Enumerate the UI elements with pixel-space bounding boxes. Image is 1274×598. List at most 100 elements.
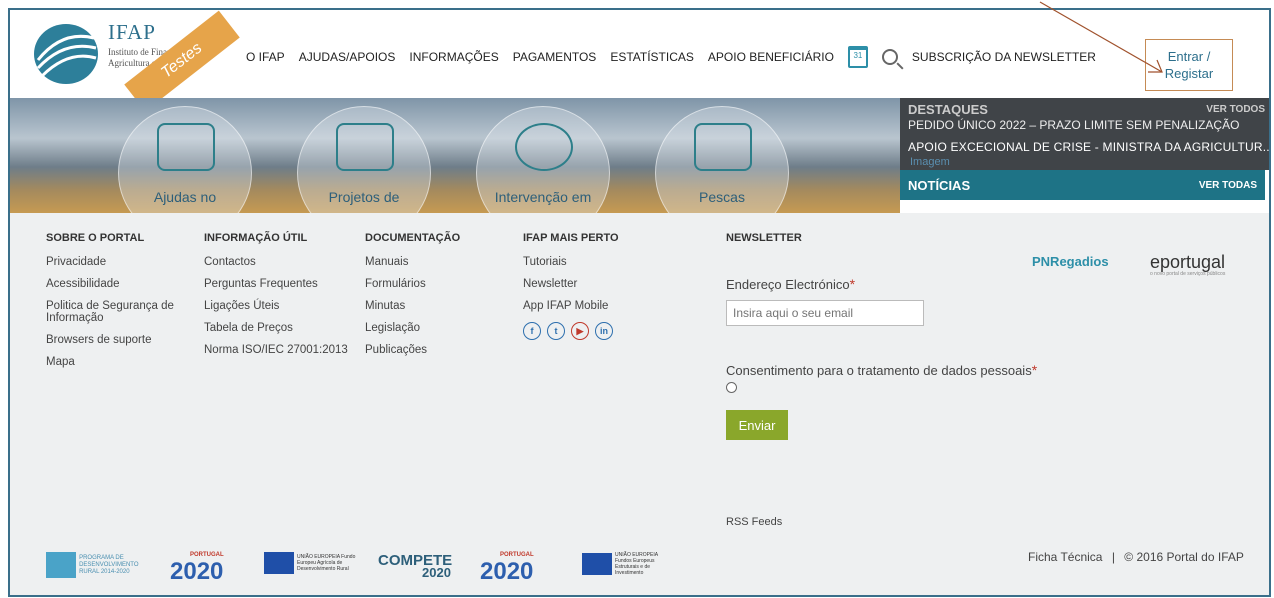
compete2020-logo[interactable]: COMPETE 2020 [378, 552, 452, 580]
eu-feader-logo[interactable]: UNIÃO EUROPEIA Fundo Europeu Agrícola de… [264, 552, 357, 574]
twitter-icon[interactable]: t [547, 322, 565, 340]
eu-flag-icon [264, 552, 294, 574]
separator: | [1111, 550, 1115, 564]
footer-link[interactable]: App IFAP Mobile [523, 300, 619, 312]
nav-estatisticas[interactable]: ESTATÍSTICAS [610, 50, 694, 64]
search-icon[interactable] [881, 49, 898, 65]
required-marker: * [849, 276, 856, 292]
newsletter-title: NEWSLETTER [726, 232, 802, 244]
highlights-title: DESTAQUES [908, 102, 988, 117]
send-button[interactable]: Enviar [726, 410, 788, 440]
nav-pagamentos[interactable]: PAGAMENTOS [513, 50, 597, 64]
footer-link[interactable]: Politica de Segurança de Informação [46, 300, 186, 324]
hero-item-projetos[interactable]: Projetos de [297, 106, 431, 213]
eu-text: UNIÃO EUROPEIA Fundos Europeus Estrutura… [615, 552, 658, 576]
nav-ajudas-apoios[interactable]: AJUDAS/APOIOS [299, 50, 396, 64]
portugal2020-logo-b[interactable]: PORTUGAL 2020 [480, 552, 534, 586]
hero-item-pescas[interactable]: Pescas [655, 106, 789, 213]
footer-link[interactable]: Norma ISO/IEC 27001:2013 [204, 344, 348, 356]
footer-link[interactable]: Contactos [204, 256, 348, 268]
footer-link[interactable]: Perguntas Frequentes [204, 278, 348, 290]
footer-link[interactable]: Manuais [365, 256, 460, 268]
pdr2020-logo[interactable]: PROGRAMA DE DESENVOLVIMENTO RURAL 2014-2… [46, 552, 156, 578]
footer-col-title: IFAP MAIS PERTO [523, 232, 619, 244]
calendar-icon[interactable]: 31 [847, 46, 868, 68]
footer-col-title: SOBRE O PORTAL [46, 232, 145, 244]
rss-feeds-link[interactable]: RSS Feeds [726, 516, 782, 528]
youtube-icon[interactable]: ▶ [571, 322, 589, 340]
compete-year: 2020 [422, 565, 451, 580]
linkedin-icon[interactable]: in [595, 322, 613, 340]
hero-label: Ajudas no [153, 189, 217, 205]
eu-text: UNIÃO EUROPEIA Fundo Europeu Agrícola de… [297, 554, 356, 572]
footer-link[interactable]: Tabela de Preços [204, 322, 348, 334]
copyright: © 2016 Portal do IFAP [1124, 550, 1244, 564]
footer-link[interactable]: Ligações Úteis [204, 300, 348, 312]
consent-label: Consentimento para o tratamento de dados… [726, 362, 1037, 378]
footer-legal: Ficha Técnica | © 2016 Portal do IFAP [1028, 550, 1244, 564]
news-title: NOTÍCIAS [908, 178, 971, 193]
news-view-all[interactable]: VER TODAS [1199, 180, 1257, 191]
required-marker: * [1031, 362, 1038, 378]
highlights-view-all[interactable]: VER TODOS [1206, 104, 1265, 115]
eu-flag-icon [582, 553, 612, 575]
hero-item-intervencao[interactable]: Intervenção em [476, 106, 610, 213]
footer-col-title: INFORMAÇÃO ÚTIL [204, 232, 308, 244]
folder-money-icon [336, 123, 394, 171]
footer-col-ifap: IFAP MAIS PERTO Tutoriais Newsletter App… [523, 232, 619, 340]
email-label: Endereço Electrónico* [726, 276, 855, 292]
nav-apoio-beneficiario[interactable]: APOIO BENEFICIÁRIO [708, 50, 834, 64]
email-input[interactable] [726, 300, 924, 326]
consent-radio[interactable] [726, 382, 737, 393]
eportugal-sub: o novo portal de serviços públicos [1150, 271, 1226, 277]
ifap-logo[interactable]: IFAP Instituto de Financiamento da Agric… [32, 10, 240, 112]
footer-link[interactable]: Legislação [365, 322, 460, 334]
ifap-wave-icon [34, 24, 98, 84]
pdr-mark-icon [46, 552, 76, 578]
site-header: IFAP Instituto de Financiamento da Agric… [10, 10, 1269, 112]
footer-col-portal: SOBRE O PORTAL Privacidade Acessibilidad… [46, 232, 186, 378]
footer-link[interactable]: Acessibilidade [46, 278, 186, 290]
page-frame: IFAP Instituto de Financiamento da Agric… [8, 8, 1271, 597]
highlight-item[interactable]: APOIO EXCECIONAL DE CRISE - MINISTRA DA … [908, 140, 1269, 154]
nav-o-ifap[interactable]: O IFAP [246, 50, 285, 64]
hero-label: Projetos de [328, 189, 400, 205]
eu-fundos-logo[interactable]: UNIÃO EUROPEIA Fundos Europeus Estrutura… [582, 552, 675, 576]
nav-informacoes[interactable]: INFORMAÇÕES [409, 50, 498, 64]
eportugal-text: eportugal [1150, 252, 1226, 272]
footer-col-info: INFORMAÇÃO ÚTIL Contactos Perguntas Freq… [204, 232, 348, 366]
footer-link[interactable]: Publicações [365, 344, 460, 356]
login-label: Entrar / [1167, 49, 1211, 64]
ficha-tecnica-link[interactable]: Ficha Técnica [1028, 550, 1102, 564]
highlights-box: DESTAQUES VER TODOS PEDIDO ÚNICO 2022 – … [900, 98, 1269, 170]
footer-link[interactable]: Tutoriais [523, 256, 619, 268]
pt2020-text: 2020 [480, 558, 534, 585]
boat-icon [694, 123, 752, 171]
footer-link[interactable]: Formulários [365, 278, 460, 290]
highlight-item[interactable]: PEDIDO ÚNICO 2022 – PRAZO LIMITE SEM PEN… [908, 118, 1239, 132]
image-placeholder: Imagem [910, 156, 950, 168]
pn-regadios-logo[interactable]: PNRegadios [1032, 254, 1109, 269]
social-links: f t ▶ in [523, 322, 619, 340]
portugal2020-logo-a[interactable]: PORTUGAL 2020 [170, 552, 224, 586]
footer-link[interactable]: Browsers de suporte [46, 334, 186, 346]
consent-label-text: Consentimento para o tratamento de dados… [726, 363, 1032, 378]
login-register-button[interactable]: Entrar / Registar [1145, 39, 1233, 91]
handshake-icon [157, 123, 215, 171]
footer-link[interactable]: Newsletter [523, 278, 619, 290]
pt2020-text: 2020 [170, 558, 224, 585]
footer-link[interactable]: Privacidade [46, 256, 186, 268]
footer-col-title: DOCUMENTAÇÃO [365, 232, 461, 244]
nav-newsletter-subscription[interactable]: SUBSCRIÇÃO DA NEWSLETTER [912, 50, 1096, 64]
footer-link[interactable]: Minutas [365, 300, 460, 312]
hero-banner: Ajudas no Projetos de Intervenção em Pes… [10, 98, 900, 213]
footer-link[interactable]: Mapa [46, 356, 186, 368]
pdr-text: PROGRAMA DE DESENVOLVIMENTO RURAL 2014-2… [79, 554, 139, 575]
facebook-icon[interactable]: f [523, 322, 541, 340]
hero-label: Pescas [699, 189, 745, 205]
hero-item-ajudas[interactable]: Ajudas no [118, 106, 252, 213]
eportugal-logo[interactable]: eportugal o novo portal de serviços públi… [1150, 252, 1225, 277]
globe-icon [515, 123, 573, 171]
register-label: Registar [1164, 66, 1214, 81]
hero-label: Intervenção em [494, 189, 592, 205]
